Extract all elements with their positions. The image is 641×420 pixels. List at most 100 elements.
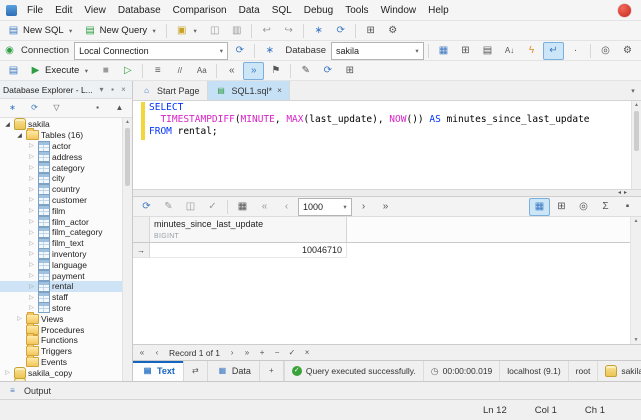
expand-icon[interactable]: ▷ [27, 240, 36, 247]
new-object-button[interactable]: ∗ [308, 22, 329, 40]
tree-item-category[interactable]: ▷category [0, 162, 122, 173]
expand-icon[interactable]: ▷ [27, 207, 36, 214]
scroll-up-icon[interactable]: ▲ [634, 218, 639, 224]
menu-view[interactable]: View [78, 3, 112, 18]
output-panel[interactable]: ≡ Output [0, 381, 641, 399]
menu-edit[interactable]: Edit [49, 3, 78, 18]
sql-code[interactable]: SELECT TIMESTAMPDIFF(MINUTE, MAX(last_up… [147, 101, 631, 189]
sql-document-button[interactable]: ▤ [3, 62, 24, 80]
first-record-icon[interactable]: « [137, 348, 147, 357]
scrollbar-thumb[interactable] [125, 128, 130, 186]
tab-text-view[interactable]: ▤ Text [133, 361, 184, 381]
grid-corner-cell[interactable] [133, 217, 150, 243]
cell-value[interactable]: 10046710 [150, 243, 347, 258]
bookmark-button[interactable]: ⚑ [265, 62, 286, 80]
scroll-down-icon[interactable]: ▼ [634, 337, 639, 343]
grid-mode-button[interactable]: ⊞ [339, 62, 360, 80]
tree-item-events[interactable]: Events [0, 357, 122, 368]
expand-icon[interactable]: ▷ [27, 229, 36, 236]
tree-item-store[interactable]: ▷store [0, 303, 122, 314]
wrap-toggle-button[interactable]: ↵ [543, 42, 564, 60]
page-size-select[interactable]: 1000 ▾ [298, 198, 352, 216]
menu-data[interactable]: Data [233, 3, 266, 18]
insert-record-icon[interactable]: + [257, 348, 267, 357]
expand-icon[interactable]: ▷ [27, 175, 36, 182]
first-page-button[interactable]: « [254, 198, 275, 216]
chevron-down-icon[interactable]: ▾ [82, 67, 90, 75]
collapse-right-icon[interactable]: ▸ [624, 191, 627, 195]
menu-comparison[interactable]: Comparison [167, 3, 233, 18]
edit-data-button[interactable]: ✎ [158, 198, 179, 216]
chevron-down-icon[interactable]: ▾ [217, 47, 225, 55]
expand-icon[interactable]: ▷ [27, 196, 36, 203]
script-button[interactable]: ▤ [477, 42, 498, 60]
tree-item-sakila-copy[interactable]: ▷sakila_copy [0, 367, 122, 378]
expand-icon[interactable]: ▷ [3, 369, 12, 376]
expand-icon[interactable]: ▷ [27, 261, 36, 268]
save-button[interactable]: ◫ [204, 22, 225, 40]
tree-item-payment[interactable]: ▷payment [0, 270, 122, 281]
table-designer-button[interactable]: ▦ [433, 42, 454, 60]
next-page-button[interactable]: › [353, 198, 374, 216]
save-data-button[interactable]: ◫ [180, 198, 201, 216]
layout-button[interactable]: ⊞ [360, 22, 381, 40]
menu-file[interactable]: File [21, 3, 49, 18]
tab-data-view[interactable]: ▦ Data [208, 361, 260, 381]
card-view-button[interactable]: ⊞ [551, 198, 572, 216]
tree-item-rental[interactable]: ▷rental [0, 281, 122, 292]
tree-item-views[interactable]: ▷Views [0, 313, 122, 324]
menu-window[interactable]: Window [375, 3, 423, 18]
tree-item-triggers[interactable]: Triggers [0, 346, 122, 357]
tree-item-customer[interactable]: ▷customer [0, 195, 122, 206]
options-button[interactable]: ⚙ [617, 42, 638, 60]
tree-item-functions[interactable]: Functions [0, 335, 122, 346]
chevron-down-icon[interactable]: ▾ [191, 27, 199, 35]
last-page-button[interactable]: » [375, 198, 396, 216]
tree-item-film-category[interactable]: ▷film_category [0, 227, 122, 238]
explorer-scrollbar[interactable]: ▲ [122, 118, 132, 381]
tree-item-tables-16[interactable]: ◢Tables (16) [0, 130, 122, 141]
chevron-down-icon[interactable]: ▾ [67, 27, 75, 35]
sql-editor[interactable]: SELECT TIMESTAMPDIFF(MINUTE, MAX(last_up… [133, 101, 641, 189]
expand-icon[interactable]: ▷ [27, 294, 36, 301]
cancel-edit-icon[interactable]: × [302, 348, 312, 357]
uppercase-button[interactable]: Aa [191, 62, 212, 80]
expand-icon[interactable]: ▷ [27, 142, 36, 149]
row-selector[interactable]: → [133, 243, 150, 258]
comment-button[interactable]: // [169, 62, 190, 80]
tree-item-film[interactable]: ▷film [0, 205, 122, 216]
tab-start-page[interactable]: ⌂ Start Page [133, 81, 208, 100]
chevron-down-icon[interactable]: ▾ [341, 203, 349, 211]
find-in-results-button[interactable]: ◎ [573, 198, 594, 216]
post-edit-icon[interactable]: ✓ [287, 348, 297, 357]
close-icon[interactable]: × [118, 85, 129, 94]
explorer-pin-button[interactable]: ▪ [87, 99, 108, 117]
column-header[interactable]: minutes_since_last_update BIGINT [150, 217, 347, 243]
new-query-button[interactable]: ▤ New Query ▾ [80, 22, 163, 40]
editor-scrollbar[interactable]: ▲ [631, 101, 641, 189]
expand-icon[interactable]: ▷ [27, 250, 36, 257]
scrollbar-thumb[interactable] [634, 111, 639, 151]
settings-button[interactable]: ⚙ [382, 22, 403, 40]
refresh-schema-button[interactable]: ⟳ [317, 62, 338, 80]
collapse-icon[interactable]: ◢ [15, 132, 24, 139]
outdent-button[interactable]: « [221, 62, 242, 80]
table-row[interactable]: → 10046710 [133, 243, 641, 258]
explorer-new-connection-button[interactable]: ∗ [2, 99, 23, 117]
menu-help[interactable]: Help [422, 3, 455, 18]
next-record-icon[interactable]: › [227, 348, 237, 357]
explorer-collapse-button[interactable]: ▲ [109, 99, 130, 117]
swap-view-tab[interactable]: ⇄ [184, 361, 208, 381]
snippet-button[interactable]: ✎ [295, 62, 316, 80]
scroll-up-icon[interactable]: ▲ [634, 101, 639, 109]
tree-item-address[interactable]: ▷address [0, 151, 122, 162]
chevron-down-icon[interactable]: ▾ [150, 27, 158, 35]
debug-button[interactable]: ▷ [117, 62, 138, 80]
chevron-down-icon[interactable]: ▾ [96, 85, 107, 94]
expand-icon[interactable]: ▷ [15, 315, 24, 322]
expand-icon[interactable]: ▷ [27, 186, 36, 193]
new-sql-button[interactable]: ▤ New SQL ▾ [3, 22, 79, 40]
menu-sql[interactable]: SQL [266, 3, 298, 18]
reconnect-button[interactable]: ⟳ [229, 42, 250, 60]
expand-icon[interactable]: ▷ [27, 283, 36, 290]
